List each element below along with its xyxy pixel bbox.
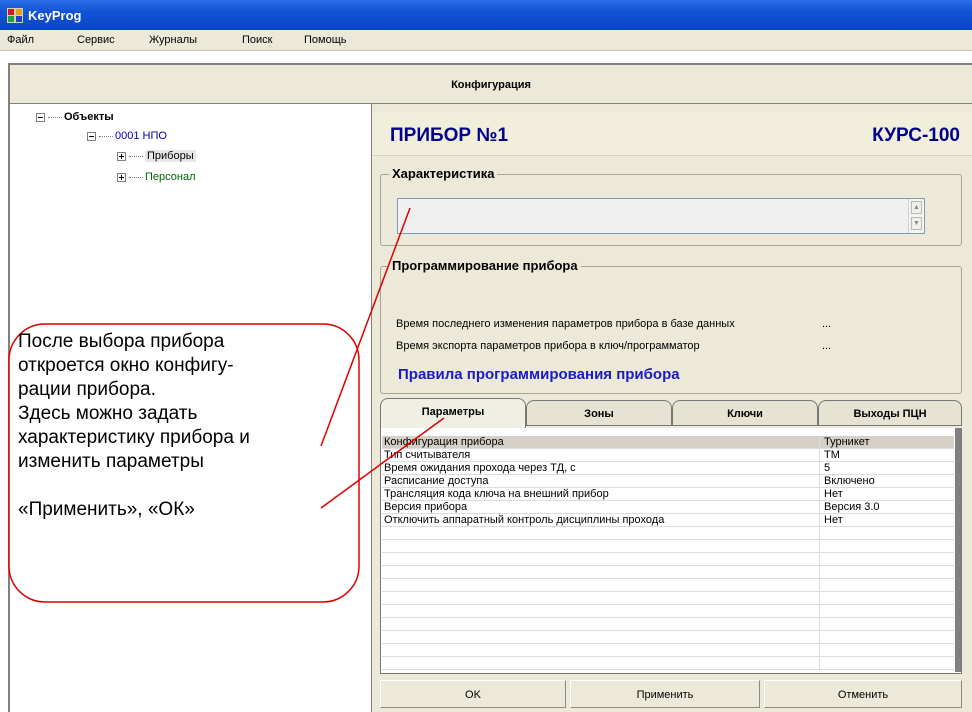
config-header: Конфигурация bbox=[8, 63, 972, 104]
tab-keys[interactable]: Ключи bbox=[672, 400, 818, 426]
param-name: Время ожидания прохода через ТД, с bbox=[384, 462, 820, 474]
param-value[interactable]: TM bbox=[824, 449, 952, 461]
menu-bar: Файл Сервис Журналы Поиск Помощь bbox=[0, 30, 972, 51]
scroll-down-icon[interactable]: ▼ bbox=[911, 217, 922, 230]
table-row-empty bbox=[382, 566, 954, 579]
scroll-up-icon[interactable]: ▲ bbox=[911, 201, 922, 214]
tab-zones[interactable]: Зоны bbox=[526, 400, 672, 426]
tree-node-devices[interactable]: Приборы bbox=[117, 150, 196, 162]
cancel-button[interactable]: Отменить bbox=[764, 680, 962, 708]
tree-label-devices: Приборы bbox=[145, 150, 196, 162]
tree-label-personnel: Персонал bbox=[145, 171, 196, 183]
param-name bbox=[384, 527, 820, 539]
param-value[interactable]: Нет bbox=[824, 514, 952, 526]
table-row-empty bbox=[382, 592, 954, 605]
param-value[interactable]: Включено bbox=[824, 475, 952, 487]
param-name: Расписание доступа bbox=[384, 475, 820, 487]
table-row[interactable]: Время ожидания прохода через ТД, с 5 bbox=[382, 462, 954, 475]
tree-label-org: 0001 НПО bbox=[115, 130, 167, 142]
menu-journals[interactable]: Журналы bbox=[149, 34, 197, 46]
expand-icon[interactable] bbox=[117, 172, 126, 182]
window-title: KeyProg bbox=[28, 8, 82, 23]
programming-rules-link[interactable]: Правила программирования прибора bbox=[398, 366, 680, 383]
apply-button[interactable]: Применить bbox=[570, 680, 760, 708]
param-name bbox=[384, 605, 820, 617]
device-config-panel: ПРИБОР №1 КУРС-100 Характеристика ▲ ▼ Пр… bbox=[372, 104, 972, 712]
tree-node-org[interactable]: 0001 НПО bbox=[87, 130, 167, 142]
param-name bbox=[384, 592, 820, 604]
characteristic-field[interactable]: ▲ ▼ bbox=[397, 198, 925, 234]
memo-scrollbar[interactable]: ▲ ▼ bbox=[908, 199, 924, 233]
param-value[interactable]: Версия 3.0 bbox=[824, 501, 952, 513]
ok-button[interactable]: OK bbox=[380, 680, 566, 708]
param-name bbox=[384, 618, 820, 630]
tree-connector bbox=[129, 155, 143, 157]
table-row-empty bbox=[382, 605, 954, 618]
programming-label: Программирование прибора bbox=[389, 258, 581, 273]
param-name bbox=[384, 566, 820, 578]
table-row-empty bbox=[382, 657, 954, 670]
table-row-empty bbox=[382, 618, 954, 631]
title-bar: KeyProg bbox=[0, 0, 972, 30]
param-name bbox=[384, 553, 820, 565]
tab-parameters[interactable]: Параметры bbox=[380, 398, 526, 428]
collapse-icon[interactable] bbox=[36, 112, 45, 122]
param-name: Тип считывателя bbox=[384, 449, 820, 461]
table-row[interactable]: Тип считывателя TM bbox=[382, 449, 954, 462]
db-change-label: Время последнего изменения параметров пр… bbox=[396, 318, 735, 330]
param-name bbox=[384, 540, 820, 552]
tree-connector bbox=[48, 116, 62, 118]
menu-file[interactable]: Файл bbox=[7, 34, 34, 46]
tree-node-objects[interactable]: Объекты bbox=[36, 111, 114, 123]
param-name bbox=[384, 644, 820, 656]
parameters-grid: Конфигурация прибора Турникет Тип считыват… bbox=[380, 428, 962, 674]
table-row[interactable]: Отключить аппаратный контроль дисциплины… bbox=[382, 514, 954, 527]
param-name: Трансляция кода ключа на внешний прибор bbox=[384, 488, 820, 500]
param-name bbox=[384, 579, 820, 591]
table-row-empty bbox=[382, 631, 954, 644]
expand-icon[interactable] bbox=[117, 151, 126, 161]
table-row[interactable]: Конфигурация прибора Турникет bbox=[382, 436, 954, 449]
tree-connector bbox=[99, 135, 113, 137]
menu-help[interactable]: Помощь bbox=[304, 34, 347, 46]
keyprog-app-icon bbox=[7, 8, 23, 23]
menu-search[interactable]: Поиск bbox=[242, 34, 272, 46]
param-name bbox=[384, 631, 820, 643]
table-row[interactable]: Трансляция кода ключа на внешний прибор Н… bbox=[382, 488, 954, 501]
collapse-icon[interactable] bbox=[87, 131, 96, 141]
param-value[interactable]: Нет bbox=[824, 488, 952, 500]
table-row-empty bbox=[382, 579, 954, 592]
parameters-table: Конфигурация прибора Турникет Тип считыват… bbox=[382, 436, 954, 670]
export-label: Время экспорта параметров прибора в ключ… bbox=[396, 340, 700, 352]
param-name: Версия прибора bbox=[384, 501, 820, 513]
tab-pcn-outputs[interactable]: Выходы ПЦН bbox=[818, 400, 962, 426]
table-row[interactable]: Расписание доступа Включено bbox=[382, 475, 954, 488]
table-row-empty bbox=[382, 527, 954, 540]
param-name: Конфигурация прибора bbox=[384, 436, 820, 448]
table-row-empty bbox=[382, 540, 954, 553]
tree-node-personnel[interactable]: Персонал bbox=[117, 171, 196, 183]
table-row-empty bbox=[382, 553, 954, 566]
tree-connector bbox=[129, 176, 143, 178]
table-row-empty bbox=[382, 644, 954, 657]
grid-scrollbar[interactable] bbox=[955, 428, 961, 672]
param-value[interactable]: Турникет bbox=[824, 436, 952, 448]
db-change-value: ... bbox=[822, 318, 832, 330]
param-name: Отключить аппаратный контроль дисциплины… bbox=[384, 514, 820, 526]
param-tabs: Параметры Зоны Ключи Выходы ПЦН bbox=[380, 398, 962, 428]
param-value[interactable]: 5 bbox=[824, 462, 952, 474]
device-title: ПРИБОР №1 bbox=[390, 125, 509, 146]
export-value: ... bbox=[822, 340, 832, 352]
characteristic-label: Характеристика bbox=[389, 166, 498, 181]
device-banner: ПРИБОР №1 КУРС-100 bbox=[372, 112, 972, 156]
device-model: КУРС-100 bbox=[872, 125, 960, 146]
object-tree: Объекты 0001 НПО Приборы Персонал bbox=[8, 104, 372, 712]
tree-label-objects: Объекты bbox=[64, 111, 114, 123]
param-name bbox=[384, 657, 820, 669]
characteristic-group: Характеристика ▲ ▼ bbox=[380, 166, 962, 246]
menu-service[interactable]: Сервис bbox=[77, 34, 115, 46]
table-row[interactable]: Версия прибора Версия 3.0 bbox=[382, 501, 954, 514]
